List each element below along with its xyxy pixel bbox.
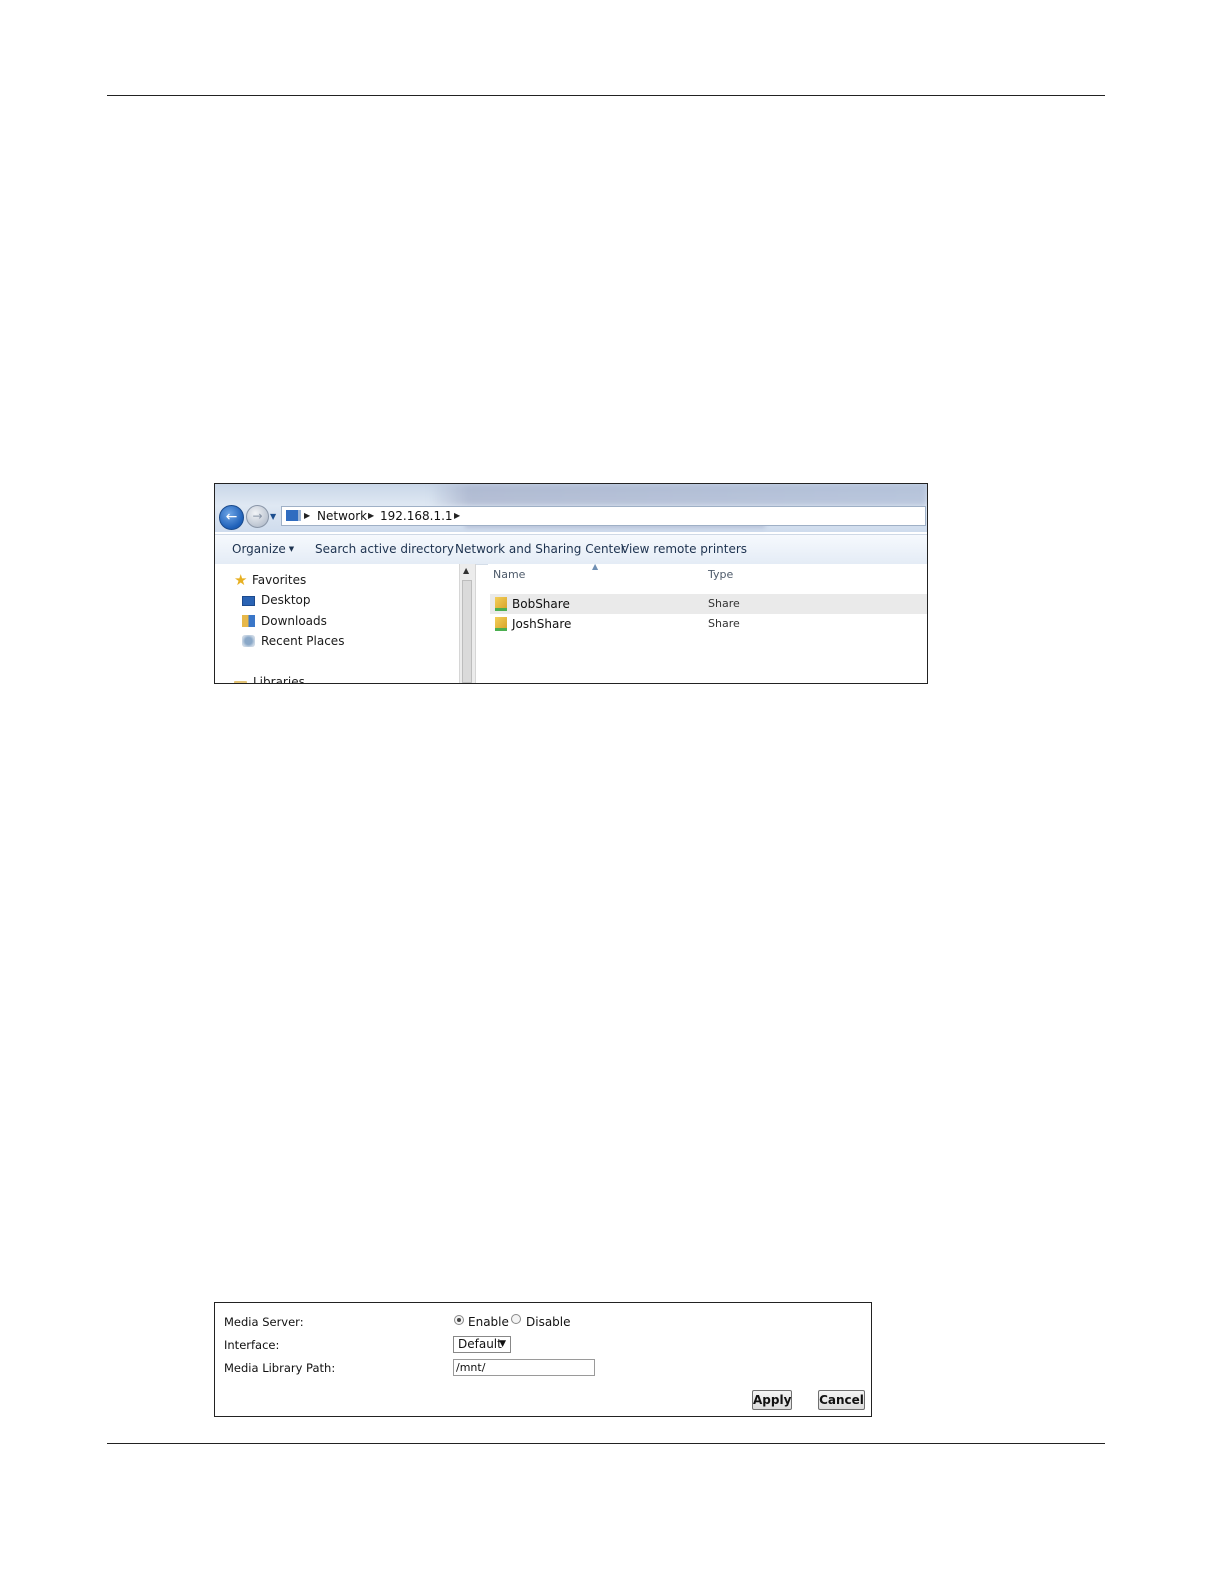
blurred-background-text — [429, 484, 927, 506]
view-remote-printers-button[interactable]: View remote printers — [621, 542, 747, 556]
search-active-directory-button[interactable]: Search active directory — [315, 542, 454, 556]
navigation-scrollbar[interactable]: ▲ — [459, 564, 476, 683]
disable-radio[interactable] — [511, 1314, 521, 1324]
breadcrumb-host[interactable]: 192.168.1.1 — [380, 507, 453, 525]
enable-radio[interactable] — [454, 1315, 464, 1325]
nav-item-label: Libraries — [253, 675, 305, 684]
recent-places-icon — [242, 635, 255, 647]
column-header-type[interactable]: Type — [708, 568, 733, 581]
media-server-form: Media Server: Enable Disable Interface: … — [214, 1302, 872, 1417]
explorer-window-figure: ← → ▼ ▶ Network ▶ 192.168.1.1 ▶ Organize… — [214, 483, 928, 684]
explorer-titlebar: ← → ▼ ▶ Network ▶ 192.168.1.1 ▶ — [215, 484, 927, 532]
caret-down-icon: ▼ — [499, 1339, 506, 1349]
desktop-icon — [242, 596, 255, 606]
organize-label: Organize — [232, 542, 286, 556]
sort-ascending-icon: ▲ — [592, 562, 599, 571]
media-server-label: Media Server: — [224, 1315, 304, 1329]
nav-item-label: Desktop — [261, 593, 311, 607]
file-type: Share — [708, 617, 740, 630]
file-row-bobshare[interactable]: BobShare Share — [490, 594, 927, 614]
cancel-button[interactable]: Cancel — [818, 1390, 865, 1410]
back-arrow-icon[interactable]: ← — [219, 505, 244, 530]
nav-item-label: Downloads — [261, 614, 327, 628]
nav-item-label: Favorites — [252, 573, 307, 587]
apply-button[interactable]: Apply — [752, 1390, 792, 1410]
file-row-joshshare[interactable]: JoshShare Share — [490, 614, 927, 634]
enable-radio-label[interactable]: Enable — [468, 1315, 509, 1329]
chevron-right-icon[interactable]: ▶ — [304, 507, 310, 525]
interface-select[interactable]: Default ▼ — [453, 1336, 511, 1353]
chevron-right-icon[interactable]: ▶ — [454, 507, 460, 525]
shared-folder-icon — [495, 597, 507, 611]
forward-arrow-icon[interactable]: → — [246, 505, 269, 528]
interface-label: Interface: — [224, 1338, 280, 1352]
shared-folder-icon — [495, 617, 507, 631]
header-rule — [107, 95, 1105, 96]
media-library-path-label: Media Library Path: — [224, 1361, 336, 1375]
downloads-icon — [242, 615, 255, 627]
media-library-path-input[interactable]: /mnt/ — [453, 1359, 595, 1376]
interface-select-value: Default — [458, 1337, 502, 1351]
file-name: JoshShare — [512, 617, 572, 631]
address-bar[interactable]: ▶ Network ▶ 192.168.1.1 ▶ — [281, 506, 926, 526]
footer-rule — [107, 1443, 1105, 1444]
nav-item-libraries[interactable]: Libraries — [234, 674, 305, 684]
nav-item-label: Recent Places — [261, 634, 345, 648]
disable-radio-label[interactable]: Disable — [526, 1315, 571, 1329]
libraries-icon — [234, 681, 247, 683]
file-name: BobShare — [512, 597, 570, 611]
nav-item-favorites[interactable]: ★ Favorites — [234, 572, 306, 588]
file-type: Share — [708, 597, 740, 610]
nav-item-downloads[interactable]: Downloads — [242, 613, 327, 629]
nav-item-recent-places[interactable]: Recent Places — [242, 633, 344, 649]
column-header-name[interactable]: Name — [493, 568, 525, 581]
network-icon — [286, 510, 301, 521]
chevron-right-icon[interactable]: ▶ — [368, 507, 374, 525]
file-list-pane: ▲ Name Type BobShare Share JoshShare Sha… — [488, 562, 927, 683]
history-dropdown-icon[interactable]: ▼ — [270, 512, 276, 521]
scroll-thumb[interactable] — [462, 580, 472, 683]
nav-item-desktop[interactable]: Desktop — [242, 592, 311, 608]
breadcrumb-network[interactable]: Network — [317, 507, 367, 525]
star-icon: ★ — [234, 571, 248, 589]
network-sharing-center-button[interactable]: Network and Sharing Center — [455, 542, 626, 556]
scroll-up-icon[interactable]: ▲ — [463, 566, 469, 575]
navigation-pane: ★ Favorites Desktop Downloads Recent Plac… — [215, 564, 459, 683]
explorer-command-bar: Organize ▼ Search active directory Networ… — [215, 534, 927, 565]
organize-menu[interactable]: Organize ▼ — [232, 542, 294, 556]
caret-down-icon: ▼ — [288, 545, 295, 553]
